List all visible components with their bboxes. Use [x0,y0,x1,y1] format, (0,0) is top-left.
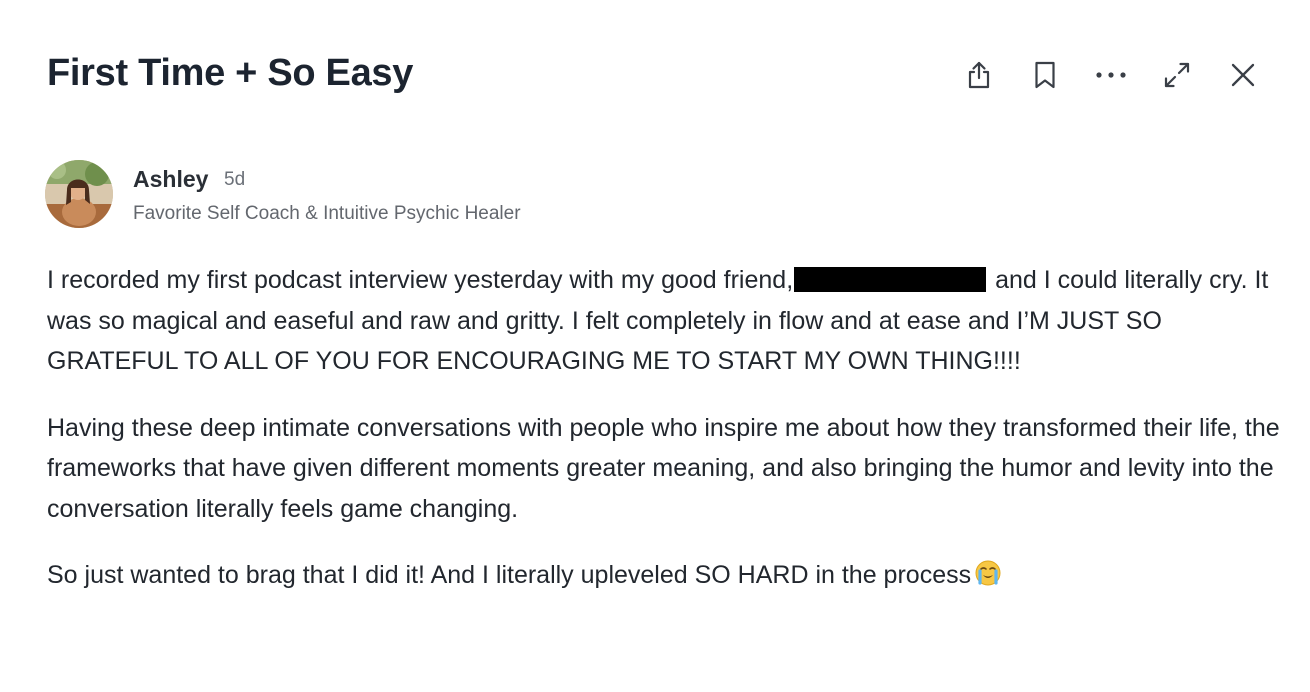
redacted-name-block [794,267,987,292]
bookmark-button[interactable] [1021,51,1069,99]
share-button[interactable] [955,51,1003,99]
bookmark-icon [1035,61,1055,89]
post-text: So just wanted to brag that I did it! An… [47,561,972,589]
post-paragraph: So just wanted to brag that I did it! An… [47,555,1287,599]
more-icon [1096,72,1126,78]
author-bio: Favorite Self Coach & Intuitive Psychic … [133,203,521,224]
post-timestamp[interactable]: 5d [224,169,245,191]
author-block: Ashley 5d Favorite Self Coach & Intuitiv… [45,160,745,232]
post-header: First Time + So Easy [47,50,1277,100]
more-options-button[interactable] [1087,51,1135,99]
author-name[interactable]: Ashley [133,166,208,193]
post-paragraph: I recorded my first podcast interview ye… [47,260,1287,382]
crying-face-emoji-icon [975,558,1001,599]
post-paragraph: Having these deep intimate conversations… [47,413,1280,523]
post-body: I recorded my first podcast interview ye… [47,260,1287,625]
post-toolbar [937,50,1267,100]
avatar-image [45,160,113,228]
expand-icon [1164,62,1190,88]
post-text: I recorded my first podcast interview ye… [47,266,794,294]
post-title: First Time + So Easy [47,52,414,94]
avatar[interactable] [45,160,113,228]
close-icon [1231,63,1255,87]
close-button[interactable] [1219,51,1267,99]
expand-button[interactable] [1153,51,1201,99]
share-icon [968,61,990,89]
